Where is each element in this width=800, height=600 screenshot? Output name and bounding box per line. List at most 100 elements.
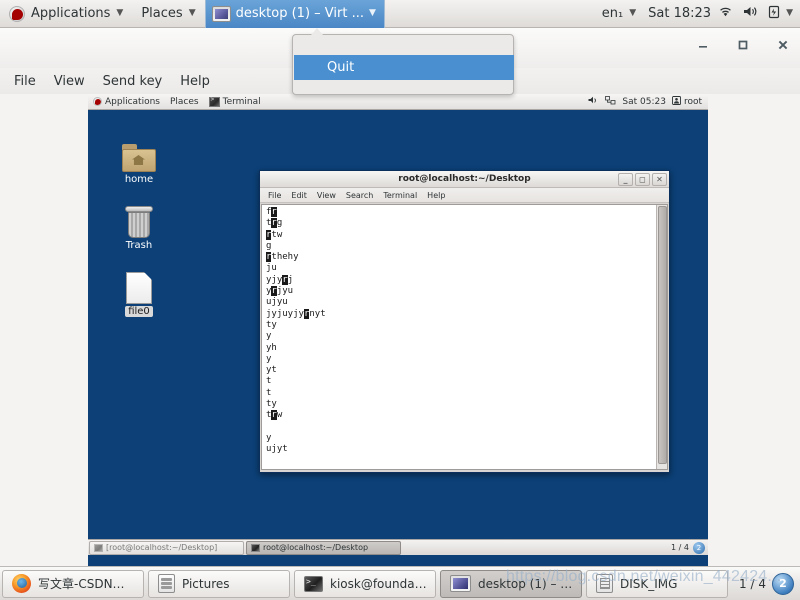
applications-menu[interactable]: Applications ▼ xyxy=(0,0,132,28)
host-task-label: kiosk@founda… xyxy=(330,576,427,591)
terminal-menubar: File Edit View Search Terminal Help xyxy=(260,188,669,203)
guest-workspace-badge[interactable]: 2 xyxy=(693,541,705,554)
terminal-line: trg xyxy=(266,218,656,229)
host-workspace-label[interactable]: 1 / 4 xyxy=(739,577,766,591)
minimize-button[interactable] xyxy=(694,36,712,54)
user-icon xyxy=(672,95,681,108)
guest-clock-label[interactable]: Sat 05:23 xyxy=(622,97,666,107)
terminal-line: t xyxy=(266,388,656,399)
battery-icon[interactable] xyxy=(765,5,783,23)
guest-terminal-label: Terminal xyxy=(222,96,261,107)
guest-desktop-area[interactable]: home Trash file0 root@localhost:~/Deskto… xyxy=(88,110,708,555)
screen-root: Applications ▼ Places ▼ desktop (1) – Vi… xyxy=(0,0,800,600)
host-task-kiosk-terminal[interactable]: >_ kiosk@founda… xyxy=(294,569,436,598)
terminal-text-run: tw xyxy=(271,229,283,240)
terminal-line: trw xyxy=(266,410,656,421)
window-tab-label: desktop (1) – Virt ... xyxy=(235,6,364,21)
host-task-disk-img[interactable]: DISK_IMG xyxy=(586,569,728,598)
quit-dropdown-menu: Quit xyxy=(292,28,514,95)
volume-icon[interactable] xyxy=(740,5,762,22)
terminal-line: yt xyxy=(266,365,656,376)
terminal-text-run: j xyxy=(287,274,294,285)
chevron-down-icon[interactable]: ▼ xyxy=(786,9,793,18)
guest-task-item[interactable]: root@localhost:~/Desktop xyxy=(246,540,401,555)
desktop-icon-label: Trash xyxy=(125,240,153,251)
document-icon xyxy=(106,262,172,304)
chevron-down-icon: ▼ xyxy=(368,8,376,18)
terminal-icon: >_ xyxy=(304,575,323,592)
network-icon[interactable] xyxy=(605,95,616,108)
menu-send-key[interactable]: Send key xyxy=(95,71,171,92)
guest-task-label: [root@localhost:~/Desktop] xyxy=(106,543,218,552)
terminal-text-run: ujyt xyxy=(266,444,288,455)
terminal-window-controls: _ ◻ ✕ xyxy=(618,173,667,186)
host-task-firefox[interactable]: 写文章-CSDN… xyxy=(2,569,144,598)
window-tab-virt-manager[interactable]: desktop (1) – Virt ... ▼ xyxy=(204,0,385,28)
monitor-icon xyxy=(211,5,231,22)
guest-applications-menu[interactable]: Applications xyxy=(88,97,165,107)
terminal-output-text[interactable]: fr trg rtw g rthehy ju yjyrj yrjyu ujyu jyjuyjyrn… xyxy=(262,205,656,469)
terminal-line: y xyxy=(266,331,656,342)
menu-help[interactable]: Help xyxy=(172,71,218,92)
close-button[interactable] xyxy=(774,36,792,54)
menu-view[interactable]: View xyxy=(46,71,93,92)
volume-icon[interactable] xyxy=(588,96,599,108)
guest-terminal-indicator[interactable]: Terminal xyxy=(204,96,266,107)
terminal-text-run: jyu xyxy=(276,286,294,297)
host-task-label: desktop (1) – … xyxy=(478,576,573,591)
guest-vm-screen: Applications Places Terminal Sat 05:23 xyxy=(88,94,708,566)
places-menu[interactable]: Places ▼ xyxy=(132,0,204,28)
menu-file[interactable]: File xyxy=(6,71,44,92)
terminal-line: ty xyxy=(266,399,656,410)
terminal-text-run: jyjuyjy xyxy=(266,308,304,319)
terminal-text-run: g xyxy=(266,240,272,251)
host-workspace-badge[interactable]: 2 xyxy=(772,572,794,595)
host-task-desktop-vm[interactable]: desktop (1) – … xyxy=(440,569,582,598)
clock-label[interactable]: Sat 18:23 xyxy=(648,6,711,21)
guest-user-label: root xyxy=(683,96,702,107)
terminal-titlebar: root@localhost:~/Desktop _ ◻ ✕ xyxy=(260,171,669,188)
terminal-menu-file[interactable]: File xyxy=(263,189,286,202)
guest-task-item[interactable]: [root@localhost:~/Desktop] xyxy=(89,540,244,555)
terminal-scrollbar[interactable] xyxy=(656,205,667,469)
terminal-text-run: : xyxy=(266,467,271,469)
terminal-highlighted-char: r xyxy=(271,207,277,217)
terminal-menu-view[interactable]: View xyxy=(312,189,341,202)
keyboard-layout-indicator[interactable]: en₁ ▼ xyxy=(593,0,645,28)
terminal-icon xyxy=(251,543,260,552)
terminal-body[interactable]: fr trg rtw g rthehy ju yjyrj yrjyu ujyu jyjuyjyrn… xyxy=(261,204,668,470)
terminal-menu-help[interactable]: Help xyxy=(422,189,450,202)
wifi-icon[interactable] xyxy=(714,5,737,22)
terminal-text-run: yt xyxy=(266,365,277,376)
terminal-menu-search[interactable]: Search xyxy=(341,189,378,202)
terminal-menu-edit[interactable]: Edit xyxy=(286,189,312,202)
terminal-text-run: ty xyxy=(266,399,277,410)
terminal-line: yrjyu xyxy=(266,286,656,297)
terminal-text-run: thehy xyxy=(271,252,299,263)
terminal-line: yjyrj xyxy=(266,274,656,286)
desktop-icon-file0[interactable]: file0 xyxy=(106,262,172,317)
menu-item-quit[interactable]: Quit xyxy=(294,55,514,80)
terminal-line: ujyu xyxy=(266,297,656,308)
guest-applications-label: Applications xyxy=(105,96,160,107)
host-taskbar: 写文章-CSDN… Pictures >_ kiosk@founda… desk… xyxy=(0,566,800,600)
host-task-pictures[interactable]: Pictures xyxy=(148,569,290,598)
desktop-icon-trash[interactable]: Trash xyxy=(106,196,172,251)
guest-places-menu[interactable]: Places xyxy=(165,97,204,107)
terminal-line: y xyxy=(266,354,656,365)
host-taskbar-right: 1 / 4 2 xyxy=(739,572,800,595)
guest-workspace-indicator[interactable]: 1 / 4 xyxy=(671,543,693,552)
desktop-icon-home[interactable]: home xyxy=(106,130,172,185)
guest-user-menu[interactable]: root xyxy=(672,95,702,108)
maximize-button[interactable] xyxy=(734,36,752,54)
terminal-minimize-button[interactable]: _ xyxy=(618,173,633,186)
terminal-text-run: yjy xyxy=(266,274,283,285)
terminal-maximize-button[interactable]: ◻ xyxy=(635,173,650,186)
terminal-menu-terminal[interactable]: Terminal xyxy=(378,189,422,202)
terminal-close-button[interactable]: ✕ xyxy=(652,173,667,186)
terminal-scrollbar-thumb[interactable] xyxy=(658,206,667,464)
terminal-text-run: nyt xyxy=(309,308,326,319)
terminal-line: ty xyxy=(266,320,656,331)
terminal-window[interactable]: root@localhost:~/Desktop _ ◻ ✕ File Edit… xyxy=(259,170,670,473)
